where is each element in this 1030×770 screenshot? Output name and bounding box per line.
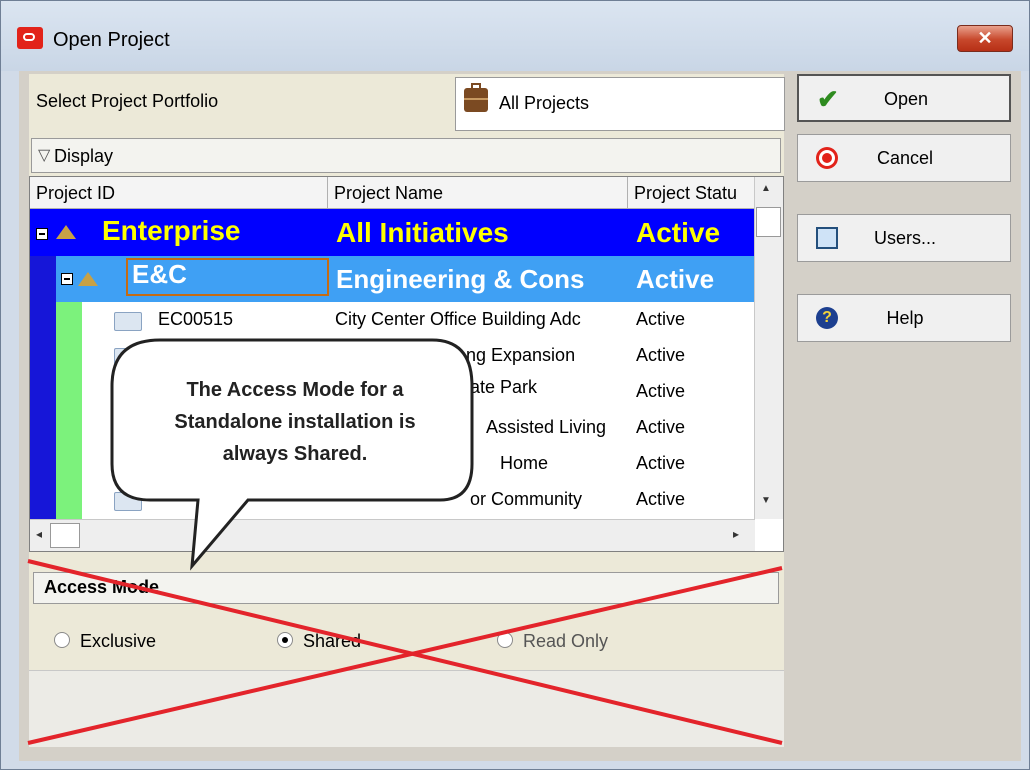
collapse-icon	[36, 228, 48, 240]
vertical-scroll-thumb[interactable]	[756, 207, 781, 237]
window-title: Open Project	[53, 29, 170, 51]
portfolio-node-icon	[78, 272, 98, 286]
users-button[interactable]: Users...	[797, 214, 1011, 262]
project-grid: Project ID Project Name Project Statu En…	[29, 176, 784, 552]
radio-label: Exclusive	[80, 631, 157, 651]
portfolio-value: All Projects	[499, 93, 590, 113]
collapse-icon	[61, 273, 73, 285]
close-button[interactable]: ✕	[957, 25, 1013, 52]
row-status: Active	[636, 217, 721, 248]
cancel-button-label: Cancel	[876, 148, 934, 168]
scroll-left-icon[interactable]: ◂	[36, 527, 42, 541]
open-project-dialog: Open Project ✕ Select Project Portfolio …	[0, 0, 1030, 770]
row-name: Home	[500, 453, 549, 473]
title-bar: Open Project ✕	[1, 1, 1029, 71]
portfolio-select[interactable]: All Projects	[455, 77, 785, 131]
row-id: E&C	[132, 259, 187, 289]
row-name: All Initiatives	[336, 217, 509, 248]
row-name: ng Expansion	[466, 345, 576, 365]
row-name: Assisted Living	[486, 417, 607, 437]
tree-indent-blue	[30, 256, 56, 302]
row-status: Active	[636, 309, 686, 329]
radio-exclusive[interactable]: Exclusive	[54, 631, 156, 652]
row-name: City Center Office Building Adc	[335, 309, 581, 329]
table-row[interactable]: Assisted Living Active	[30, 410, 754, 446]
row-status: Active	[636, 381, 686, 401]
radio-circle	[497, 632, 513, 648]
radio-label: Shared	[303, 631, 362, 651]
oracle-app-icon	[17, 27, 43, 49]
briefcase-icon	[464, 83, 488, 112]
access-mode-header: Access Mode	[33, 572, 779, 604]
row-status: Active	[636, 264, 715, 294]
row-id: Enterprise	[102, 215, 241, 246]
scroll-up-icon[interactable]: ▲	[761, 183, 771, 194]
open-button-label: Open	[883, 89, 929, 109]
row-name: Engineering & Cons	[336, 264, 585, 294]
radio-read-only[interactable]: Read Only	[497, 631, 608, 652]
column-header-project-name[interactable]: Project Name	[328, 177, 628, 209]
radio-shared[interactable]: Shared	[277, 631, 361, 652]
row-id: EC00515	[158, 309, 234, 329]
table-row-enterprise[interactable]: Enterprise All Initiatives Active	[30, 209, 754, 256]
table-row[interactable]: ate Park Active	[30, 374, 754, 410]
access-mode-footer	[29, 670, 784, 747]
table-row[interactable]: or Community Active	[30, 482, 754, 518]
enterprise-node-icon	[56, 225, 76, 239]
open-button[interactable]: ✔ Open	[797, 74, 1011, 122]
column-header-project-id[interactable]: Project ID	[30, 177, 328, 209]
help-button[interactable]: ? Help	[797, 294, 1011, 342]
row-status: Active	[636, 345, 686, 365]
horizontal-scroll-thumb[interactable]	[50, 523, 80, 548]
folder-icon	[114, 312, 142, 331]
cancel-button[interactable]: Cancel	[797, 134, 1011, 182]
table-row-ec[interactable]: E&C Engineering & Cons Active	[30, 256, 754, 302]
folder-icon	[114, 348, 142, 367]
radio-circle	[54, 632, 70, 648]
row-name: ate Park	[470, 377, 538, 397]
row-status: Active	[636, 489, 686, 509]
project-panel: Select Project Portfolio All Projects ▽ …	[29, 74, 785, 747]
scroll-right-icon[interactable]: ▸	[733, 527, 739, 541]
row-status: Active	[636, 417, 686, 437]
radio-circle	[277, 632, 293, 648]
display-label: Display	[54, 146, 114, 166]
row-name: or Community	[470, 489, 583, 509]
folder-icon	[114, 492, 142, 511]
table-row[interactable]: ng Expansion Active	[30, 338, 754, 374]
row-status: Active	[636, 453, 686, 473]
dialog-client-area: Select Project Portfolio All Projects ▽ …	[19, 71, 1021, 761]
scroll-down-icon[interactable]: ▼	[761, 495, 771, 506]
column-header-project-status[interactable]: Project Statu	[628, 177, 755, 209]
vertical-scrollbar[interactable]: ▲ ▼	[754, 177, 783, 519]
horizontal-scrollbar[interactable]: ◂ ▸	[30, 519, 755, 551]
radio-label: Read Only	[523, 631, 609, 651]
portfolio-label: Select Project Portfolio	[36, 91, 219, 111]
users-button-label: Users...	[873, 228, 936, 248]
table-row[interactable]: EC00515 City Center Office Building Adc …	[30, 302, 754, 338]
button-panel: ✔ Open Cancel Users... ? Help	[797, 74, 1021, 374]
help-button-label: Help	[886, 308, 924, 328]
display-toggle[interactable]: ▽ Display	[31, 138, 781, 173]
table-row[interactable]: Home Active	[30, 446, 754, 482]
chevron-down-icon: ▽	[38, 147, 51, 164]
access-mode-panel: Access Mode Exclusive Shared Read Only	[29, 560, 784, 747]
